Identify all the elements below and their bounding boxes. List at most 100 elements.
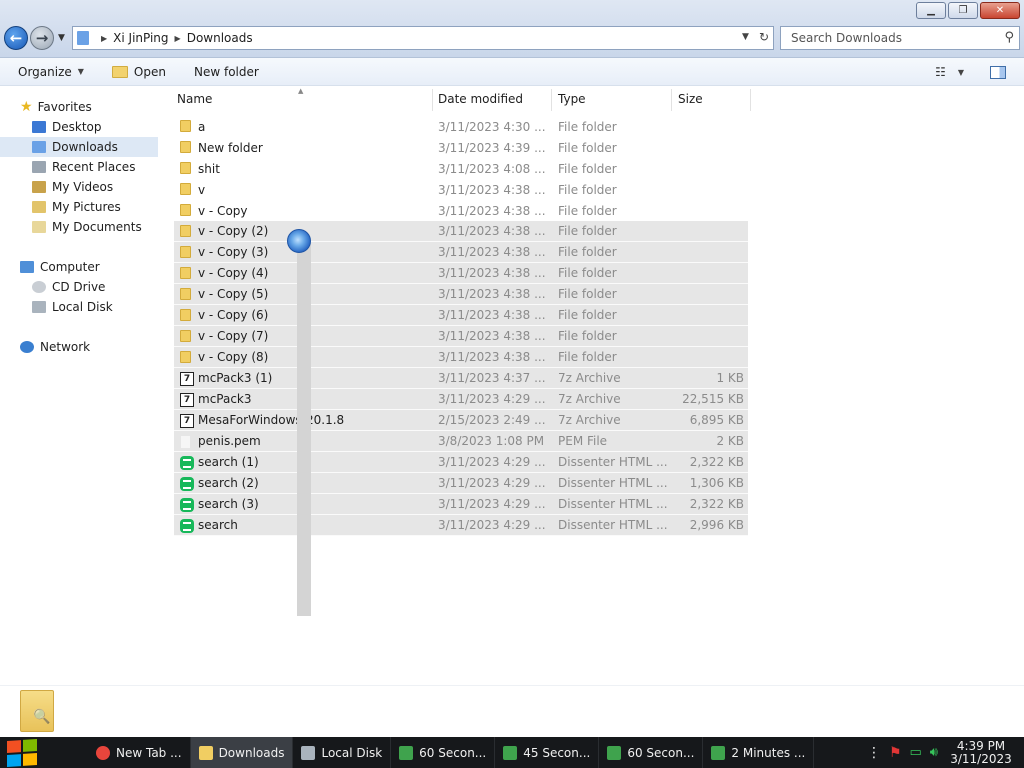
search-input[interactable]: Search Downloads xyxy=(791,31,902,45)
organize-button[interactable]: Organize ▼ xyxy=(0,65,98,79)
file-row[interactable]: a 3/11/2023 4:30 ... File folder xyxy=(174,116,748,137)
file-row[interactable]: 7 MesaForWindows-20.1.8 2/15/2023 2:49 ...… xyxy=(174,410,748,431)
file-icon xyxy=(180,456,194,470)
breadcrumb-chevron-icon[interactable]: ▶ xyxy=(175,34,181,43)
sidebar-item-local-disk[interactable]: Local Disk xyxy=(0,297,158,317)
computer-header[interactable]: Computer xyxy=(0,257,158,277)
windows-logo-icon xyxy=(7,738,37,767)
pinned-app-button[interactable] xyxy=(44,737,88,768)
sidebar-item-label: Desktop xyxy=(52,120,102,134)
taskbar-item[interactable]: 45 Secon... xyxy=(495,737,600,768)
column-header-type[interactable]: Type xyxy=(558,87,586,111)
network-header[interactable]: Network xyxy=(0,337,158,357)
clock-time: 4:39 PM xyxy=(956,738,1006,753)
change-view-icon[interactable]: ☷ xyxy=(935,65,946,79)
file-row[interactable]: v - Copy 3/11/2023 4:38 ... File folder xyxy=(174,200,748,221)
archive-7z-icon: 7 xyxy=(180,393,194,407)
breadcrumb-xi-jinping[interactable]: Xi JinPing xyxy=(113,31,168,45)
documents-icon xyxy=(32,221,46,233)
sidebar-item-my-documents[interactable]: My Documents xyxy=(0,217,158,237)
sidebar-item-downloads[interactable]: Downloads xyxy=(0,137,158,157)
taskbar-item[interactable]: New Tab ... xyxy=(88,737,191,768)
view-options-dropdown-icon[interactable]: ▼ xyxy=(958,68,964,77)
column-divider[interactable] xyxy=(551,89,552,111)
file-row[interactable]: v 3/11/2023 4:38 ... File folder xyxy=(174,179,748,200)
folder-icon xyxy=(180,183,191,195)
open-button[interactable]: Open xyxy=(98,65,180,79)
file-row[interactable]: 7 mcPack3 3/11/2023 4:29 ... 7z Archive 22,5… xyxy=(174,389,748,410)
refresh-icon[interactable]: ↻ xyxy=(759,30,769,44)
column-header-name[interactable]: Name xyxy=(177,87,212,111)
sort-ascending-icon: ▲ xyxy=(298,87,304,95)
file-row[interactable]: v - Copy (4) 3/11/2023 4:38 ... File folde… xyxy=(174,263,748,284)
file-row[interactable]: v - Copy (5) 3/11/2023 4:38 ... File folde… xyxy=(174,284,748,305)
file-row[interactable]: search (2) 3/11/2023 4:29 ... Dissenter HT… xyxy=(174,473,748,494)
minimize-button[interactable]: ▁ xyxy=(916,2,946,19)
column-size-label: Size xyxy=(678,92,703,106)
column-header-size[interactable]: Size xyxy=(678,87,703,111)
address-dropdown-icon[interactable]: ▼ xyxy=(742,32,749,42)
file-size: 2,322 KB xyxy=(689,455,744,469)
file-name: v - Copy (5) xyxy=(198,287,269,301)
taskbar-item[interactable]: Downloads xyxy=(190,737,294,768)
column-divider[interactable] xyxy=(750,89,751,111)
file-row[interactable]: v - Copy (6) 3/11/2023 4:38 ... File folde… xyxy=(174,305,748,326)
file-row[interactable]: 7 mcPack3 (1) 3/11/2023 4:37 ... 7z Archive… xyxy=(174,368,748,389)
forward-button[interactable]: → xyxy=(30,26,54,50)
sidebar-item-cd-drive[interactable]: CD Drive xyxy=(0,277,158,297)
taskbar-clock[interactable]: 4:39 PM 3/11/2023 xyxy=(946,738,1016,766)
favorites-header[interactable]: ★ Favorites xyxy=(0,97,158,117)
close-button[interactable]: ✕ xyxy=(980,2,1020,19)
file-type: 7z Archive xyxy=(558,371,621,385)
file-row[interactable]: shit 3/11/2023 4:08 ... File folder xyxy=(174,158,748,179)
file-row[interactable]: v - Copy (7) 3/11/2023 4:38 ... File folde… xyxy=(174,326,748,347)
file-date: 3/11/2023 4:39 ... xyxy=(438,140,546,155)
recent-locations-dropdown[interactable]: ▼ xyxy=(58,33,65,43)
file-row[interactable]: v - Copy (8) 3/11/2023 4:38 ... File folde… xyxy=(174,347,748,368)
file-row[interactable]: v - Copy (3) 3/11/2023 4:38 ... File folde… xyxy=(174,242,748,263)
local-disk-icon xyxy=(32,301,46,313)
column-header-date[interactable]: Date modified xyxy=(438,87,523,111)
file-row[interactable]: search (3) 3/11/2023 4:29 ... Dissenter HT… xyxy=(174,494,748,515)
preview-pane-icon[interactable] xyxy=(990,65,1006,79)
file-size: 2,322 KB xyxy=(689,497,744,511)
explorer-folder-icon xyxy=(198,745,213,760)
address-bar[interactable]: ▶ Xi JinPing ▶ Downloads ▼ ↻ xyxy=(72,26,774,50)
file-name: penis.pem xyxy=(198,434,261,448)
back-button[interactable]: ← xyxy=(4,26,28,50)
scroll-origin-handle-icon[interactable] xyxy=(287,229,311,253)
tray-overflow-icon[interactable]: ⋮ xyxy=(867,745,881,761)
window-titlebar: ▁ ❐ ✕ ← → ▼ ▶ Xi JinPing ▶ Downloads ▼ ↻… xyxy=(0,0,1024,58)
start-button[interactable] xyxy=(0,737,44,768)
taskbar-item[interactable]: 60 Secon... xyxy=(599,737,704,768)
taskbar-item[interactable]: 2 Minutes ... xyxy=(703,737,815,768)
drag-scroll-track[interactable] xyxy=(297,240,311,616)
volume-icon[interactable]: 🔊︎ xyxy=(930,745,938,760)
file-row[interactable]: search 3/11/2023 4:29 ... Dissenter HTML .… xyxy=(174,515,748,536)
sidebar-item-recent-places[interactable]: Recent Places xyxy=(0,157,158,177)
search-icon[interactable]: ⚲ xyxy=(1004,30,1014,45)
html-file-icon xyxy=(180,519,194,533)
file-row[interactable]: penis.pem 3/8/2023 1:08 PM PEM File 2 KB xyxy=(174,431,748,452)
file-row[interactable]: v - Copy (2) 3/11/2023 4:38 ... File folde… xyxy=(174,221,748,242)
taskbar-item[interactable]: Local Disk xyxy=(293,737,392,768)
sidebar-item-my-videos[interactable]: My Videos xyxy=(0,177,158,197)
column-divider[interactable] xyxy=(432,89,433,111)
breadcrumb-chevron-icon[interactable]: ▶ xyxy=(101,34,107,43)
file-date: 3/11/2023 4:38 ... xyxy=(438,182,546,197)
new-folder-button[interactable]: New folder xyxy=(180,65,273,79)
sidebar-item-desktop[interactable]: Desktop xyxy=(0,117,158,137)
file-row[interactable]: New folder 3/11/2023 4:39 ... File folder xyxy=(174,137,748,158)
taskbar-item[interactable]: 60 Secon... xyxy=(391,737,496,768)
sidebar-item-my-pictures[interactable]: My Pictures xyxy=(0,197,158,217)
column-divider[interactable] xyxy=(671,89,672,111)
maximize-button[interactable]: ❐ xyxy=(948,2,978,19)
network-tray-icon[interactable]: ▭ xyxy=(910,745,922,760)
folder-icon xyxy=(180,225,191,237)
breadcrumb-downloads[interactable]: Downloads xyxy=(187,31,253,45)
search-box[interactable]: Search Downloads ⚲ xyxy=(780,26,1020,50)
file-row[interactable]: search (1) 3/11/2023 4:29 ... Dissenter HT… xyxy=(174,452,748,473)
file-size: 22,515 KB xyxy=(682,392,744,406)
file-type: Dissenter HTML ... xyxy=(558,455,668,469)
action-center-flag-icon[interactable]: ⚑ xyxy=(889,745,902,761)
